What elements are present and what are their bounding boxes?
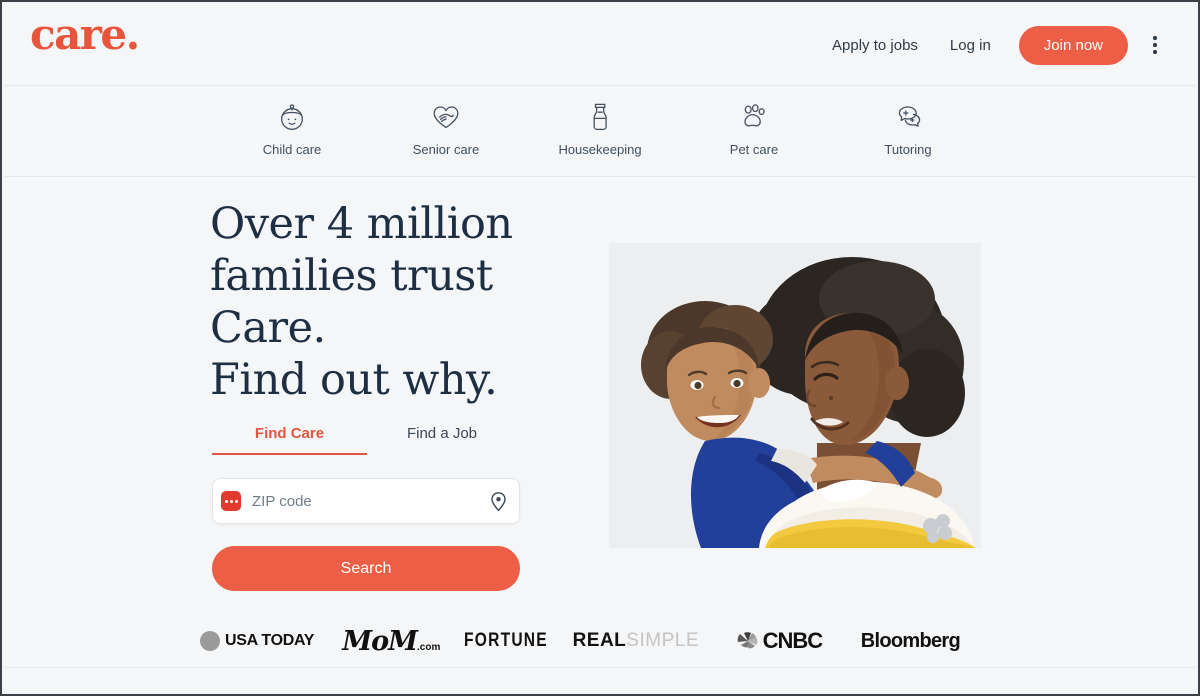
category-housekeeping[interactable]: Housekeeping xyxy=(546,100,654,157)
zip-code-field[interactable] xyxy=(212,478,520,524)
category-nav: Child care Senior care Housekeeping Pet … xyxy=(4,86,1196,177)
zip-code-input[interactable] xyxy=(250,491,487,511)
hero-image xyxy=(609,243,981,548)
logo-dot: . xyxy=(125,10,141,59)
category-label: Pet care xyxy=(729,142,779,157)
paw-print-icon xyxy=(739,100,769,134)
search-tabs: Find Care Find a Job xyxy=(212,425,517,455)
badge-dot-2 xyxy=(229,499,233,503)
usa-today-dot-icon xyxy=(200,631,220,651)
kebab-dot-2 xyxy=(1153,43,1157,47)
category-label: Child care xyxy=(262,142,322,157)
press-logos: USA TODAY MoM.com FORTUNE REAL SIMPLE CN… xyxy=(200,624,961,658)
header-actions: Apply to jobs Log in Join now xyxy=(822,4,1172,86)
chat-bubbles-plus-icon xyxy=(893,100,923,134)
hero-section xyxy=(4,178,1196,692)
press-logo-suffix: .com xyxy=(417,641,441,653)
log-in-link[interactable]: Log in xyxy=(940,31,1001,60)
apply-to-jobs-link[interactable]: Apply to jobs xyxy=(822,31,928,60)
tab-find-a-job[interactable]: Find a Job xyxy=(367,425,517,453)
kebab-dot-3 xyxy=(1153,50,1157,54)
spray-bottle-icon xyxy=(588,100,612,134)
press-logo-real-simple: REAL SIMPLE xyxy=(573,630,736,652)
headline-line-4: Find out why. xyxy=(210,355,498,405)
category-label: Tutoring xyxy=(884,142,932,157)
headline-line-1: Over 4 million xyxy=(210,199,513,249)
page-title: Over 4 million families trust Care. Find… xyxy=(210,198,590,406)
extension-badge-icon[interactable] xyxy=(221,491,241,511)
headline-line-3: Care. xyxy=(210,303,326,353)
badge-dot-3 xyxy=(234,499,238,503)
press-logo-label: MoM.com xyxy=(342,625,441,657)
join-now-button[interactable]: Join now xyxy=(1018,25,1128,65)
footer-divider xyxy=(4,667,1196,668)
category-child-care[interactable]: Child care xyxy=(238,100,346,157)
press-logo-bloomberg: Bloomberg xyxy=(860,629,961,653)
press-logo-cnbc: CNBC xyxy=(736,628,861,654)
heart-hands-icon xyxy=(431,100,461,134)
logo-text: care xyxy=(30,10,127,59)
more-options-icon[interactable] xyxy=(1138,25,1172,65)
nbc-peacock-icon xyxy=(737,632,758,649)
baby-face-icon xyxy=(278,100,306,134)
category-pet-care[interactable]: Pet care xyxy=(700,100,808,157)
category-label: Senior care xyxy=(412,142,480,157)
category-label: Housekeeping xyxy=(558,142,642,157)
press-logo-usa-today: USA TODAY xyxy=(200,631,342,651)
site-header: care. Apply to jobs Log in Join now xyxy=(4,4,1196,86)
headline-line-2: families trust xyxy=(210,251,493,301)
press-logo-suffix: SIMPLE xyxy=(626,630,699,651)
press-logo-label: USA TODAY xyxy=(225,632,315,649)
search-button[interactable]: Search xyxy=(212,546,520,591)
category-senior-care[interactable]: Senior care xyxy=(392,100,500,157)
press-logo-label: Bloomberg xyxy=(860,629,961,652)
badge-dot-1 xyxy=(224,499,228,503)
kebab-dot-1 xyxy=(1153,36,1157,40)
location-pin-icon[interactable] xyxy=(487,490,509,512)
press-logo-mom-com: MoM.com xyxy=(342,626,463,657)
browser-frame: care. Apply to jobs Log in Join now Chil… xyxy=(0,0,1200,696)
press-logo-label: FORTUNE xyxy=(463,630,548,651)
press-logo-label: REAL xyxy=(572,630,627,651)
press-logo-label: CNBC xyxy=(762,628,824,653)
tab-find-care[interactable]: Find Care xyxy=(212,425,367,455)
care-logo[interactable]: care. xyxy=(30,14,140,56)
category-tutoring[interactable]: Tutoring xyxy=(854,100,962,157)
press-logo-fortune: FORTUNE xyxy=(464,630,573,652)
